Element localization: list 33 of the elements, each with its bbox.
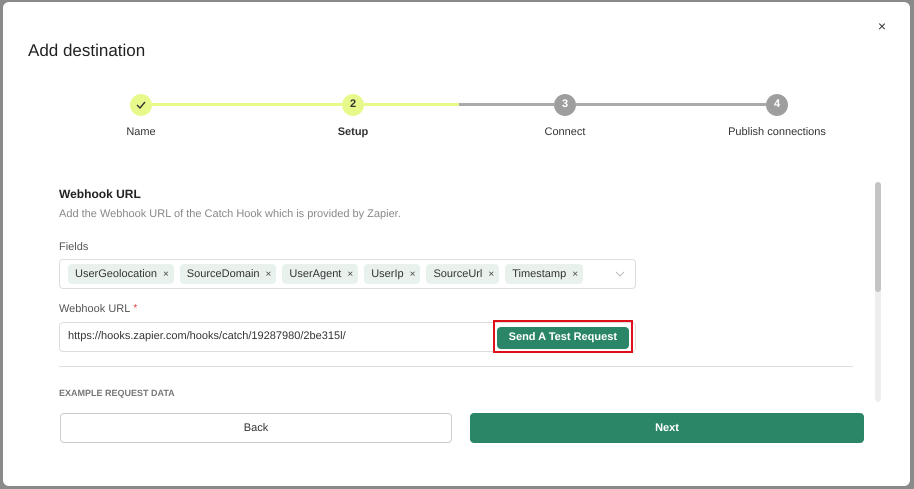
remove-tag-button[interactable]: × [162,266,169,282]
remove-tag-button[interactable]: × [266,266,272,282]
webhook-url-field[interactable]: https://hooks.zapier.com/hooks/catch/19287980/2be315l/ Send A Test Request [59,322,636,352]
step-label: Connect [544,124,586,140]
tag-label: UserAgent [289,266,342,282]
webhook-url-input[interactable]: https://hooks.zapier.com/hooks/catch/19287980/2be315l/ [68,328,493,345]
tag-label: Timestamp [512,266,566,282]
tag-label: SourceUrl [433,266,482,282]
send-test-request-button[interactable]: Send A Test Request [496,326,629,349]
step-label: Publish connections [728,124,826,140]
section-description: Add the Webhook URL of the Catch Hook which is provided by Zapier. [59,207,402,222]
chevron-down-icon [615,271,625,277]
remove-tag-button[interactable]: × [410,266,416,282]
fields-label: Fields [59,240,90,254]
tag-label: UserGeolocation [75,266,157,282]
close-button[interactable]: × [878,18,886,34]
tag-label: SourceDomain [186,266,260,282]
dialog-title: Add destination [28,40,146,62]
example-heading: EXAMPLE REQUEST DATA [59,386,176,398]
step-label: Name [126,124,156,140]
tag-label: UserIp [371,266,404,282]
back-button[interactable]: Back [60,413,452,443]
check-icon [136,100,146,108]
webhook-url-label: Webhook URL [59,302,130,317]
step-label: Setup [338,124,368,140]
section-title: Webhook URL [59,186,142,203]
fields-select[interactable]: UserGeolocation × SourceDomain × UserAgent × UserIp × SourceUrl × Timestamp × [59,259,636,289]
scrollbar-thumb[interactable] [875,182,881,292]
remove-tag-button[interactable]: × [347,266,354,282]
remove-tag-button[interactable]: × [488,266,494,282]
next-button[interactable]: Next [470,413,864,443]
remove-tag-button[interactable]: × [572,266,578,282]
required-mark: * [133,302,138,316]
